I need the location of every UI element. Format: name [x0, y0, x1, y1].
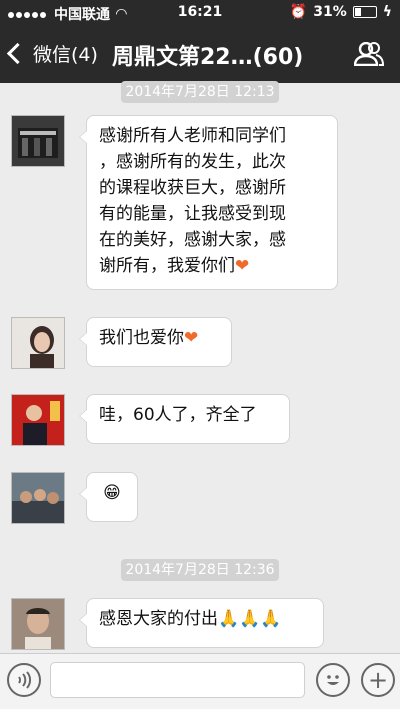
back-button[interactable]: 微信(4) [6, 40, 98, 67]
battery-percent: 31% [313, 4, 347, 20]
message-bubble[interactable]: 我们也爱你❤ [79, 317, 232, 367]
plus-icon[interactable]: + [361, 663, 395, 697]
message-text: 我们也爱你 [99, 328, 184, 348]
message-line: 谢所有，我爱你们❤ [99, 253, 325, 279]
alarm-clock-icon: ⏰ [289, 4, 308, 20]
group-members-icon[interactable] [354, 42, 384, 66]
grin-emoji-icon: 😁 [103, 483, 121, 503]
chat-area[interactable]: 2014年7月28日 12:13 感谢所有人老师和同学们 ，感谢所有的发生，此次… [0, 81, 400, 653]
avatar-man-red-background-photo[interactable] [11, 394, 65, 446]
voice-icon[interactable] [7, 663, 41, 697]
message-text-field[interactable] [50, 662, 305, 698]
heart-emoji-icon: ❤ [235, 256, 250, 276]
chat-title: 周鼎文第22…(60) [112, 45, 304, 70]
top-header: 中国联通 ◠ 16:21 ⏰ 31% ϟ 微信(4) 周鼎文第22…(60) [0, 0, 400, 83]
avatar-woman-photo[interactable] [11, 317, 65, 369]
message-line: ，感谢所有的发生，此次 [99, 152, 286, 172]
avatar-building-photo[interactable] [11, 115, 65, 167]
timestamp-badge: 2014年7月28日 12:13 [121, 81, 279, 103]
chevron-left-icon [6, 42, 29, 65]
avatar-group-photo[interactable] [11, 472, 65, 524]
message-bubble[interactable]: 感恩大家的付出🙏🙏🙏 [79, 598, 324, 648]
message-text: 感恩大家的付出 [99, 609, 218, 629]
message-text: 哇，60人了，齐全了 [99, 405, 257, 425]
battery-icon [352, 6, 377, 18]
charging-icon: ϟ [382, 4, 392, 20]
message-input-bar: + [0, 653, 400, 709]
praying-hands-emoji-icon: 🙏🙏🙏 [218, 609, 282, 629]
navigation-bar: 微信(4) 周鼎文第22…(60) [0, 28, 400, 80]
message-line: 在的美好，感谢大家，感 [99, 230, 286, 250]
message-line: 感谢所有人老师和同学们 [99, 126, 286, 146]
heart-emoji-icon: ❤ [184, 328, 199, 348]
message-bubble[interactable]: 感谢所有人老师和同学们 ，感谢所有的发生，此次 的课程收获巨大，感谢所 有的能量… [79, 115, 338, 290]
message-line: 的课程收获巨大，感谢所 [99, 178, 286, 198]
status-bar: 中国联通 ◠ 16:21 ⏰ 31% ϟ [0, 0, 400, 26]
message-bubble[interactable]: 😁 [79, 472, 138, 522]
status-right: ⏰ 31% ϟ [290, 4, 392, 20]
timestamp-badge: 2014年7月28日 12:36 [121, 559, 279, 581]
back-button-label: 微信(4) [33, 44, 98, 66]
avatar-man-portrait-photo[interactable] [11, 598, 65, 650]
message-line: 有的能量，让我感受到现 [99, 204, 286, 224]
emoji-icon[interactable] [316, 663, 350, 697]
message-text: 谢所有，我爱你们 [99, 256, 235, 276]
message-bubble[interactable]: 哇，60人了，齐全了 [79, 394, 290, 444]
